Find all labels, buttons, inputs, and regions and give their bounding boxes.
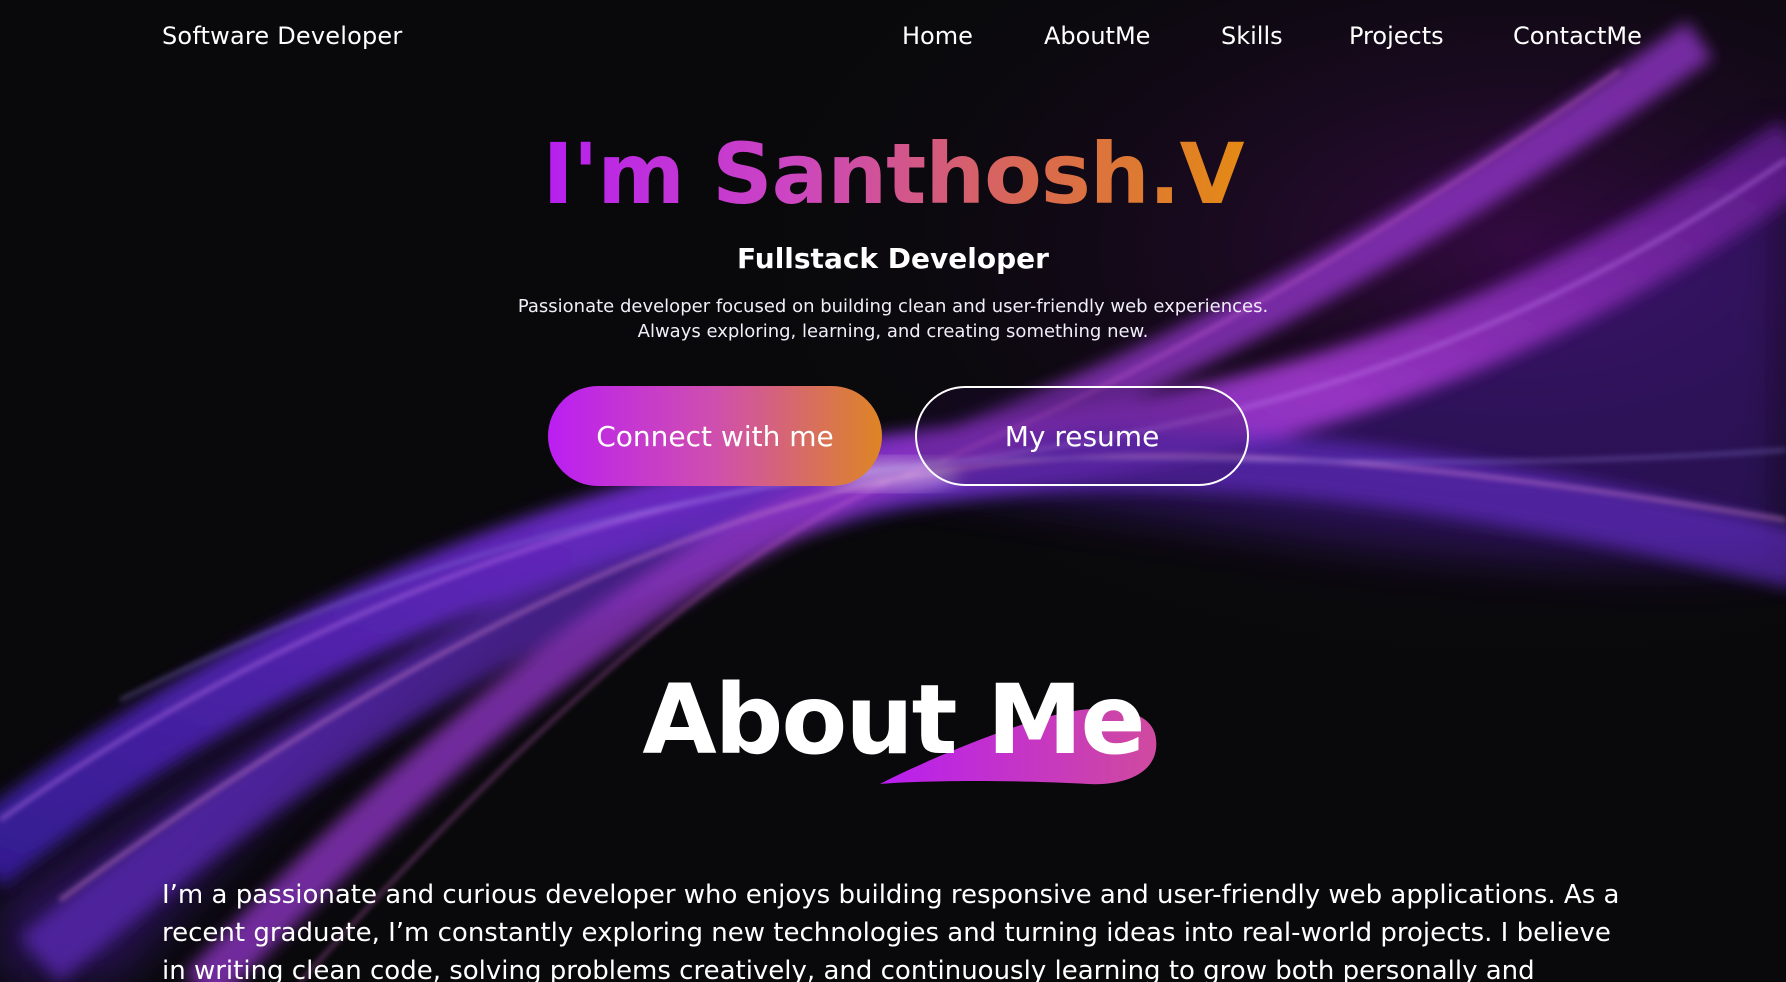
brand-title[interactable]: Software Developer (162, 22, 402, 50)
hero-title: I'm Santhosh.V (0, 124, 1786, 224)
about-title: About Me (642, 664, 1145, 776)
nav-skills-link[interactable]: Skills (1221, 22, 1283, 50)
hero-subtitle: Fullstack Developer (737, 242, 1049, 275)
hero-title-text: I'm Santhosh.V (542, 125, 1244, 223)
hero-description-line-1: Passionate developer focused on building… (517, 296, 1269, 317)
main-nav: Home AboutMe Skills Projects ContactMe (880, 22, 1680, 56)
nav-aboutme-link[interactable]: AboutMe (1044, 22, 1150, 50)
hero-description-line-2: Always exploring, learning, and creating… (637, 321, 1149, 342)
hero-description: Passionate developer focused on building… (0, 294, 1786, 344)
nav-home-link[interactable]: Home (902, 22, 973, 50)
about-paragraph: I’m a passionate and curious developer w… (162, 880, 1620, 982)
about-heading: About Me (0, 660, 1786, 785)
nav-contactme-link[interactable]: ContactMe (1513, 22, 1642, 50)
portfolio-page: Software Developer Home AboutMe Skills P… (0, 0, 1786, 982)
resume-button[interactable]: My resume (915, 386, 1249, 486)
connect-button[interactable]: Connect with me (548, 386, 882, 486)
nav-projects-link[interactable]: Projects (1349, 22, 1444, 50)
